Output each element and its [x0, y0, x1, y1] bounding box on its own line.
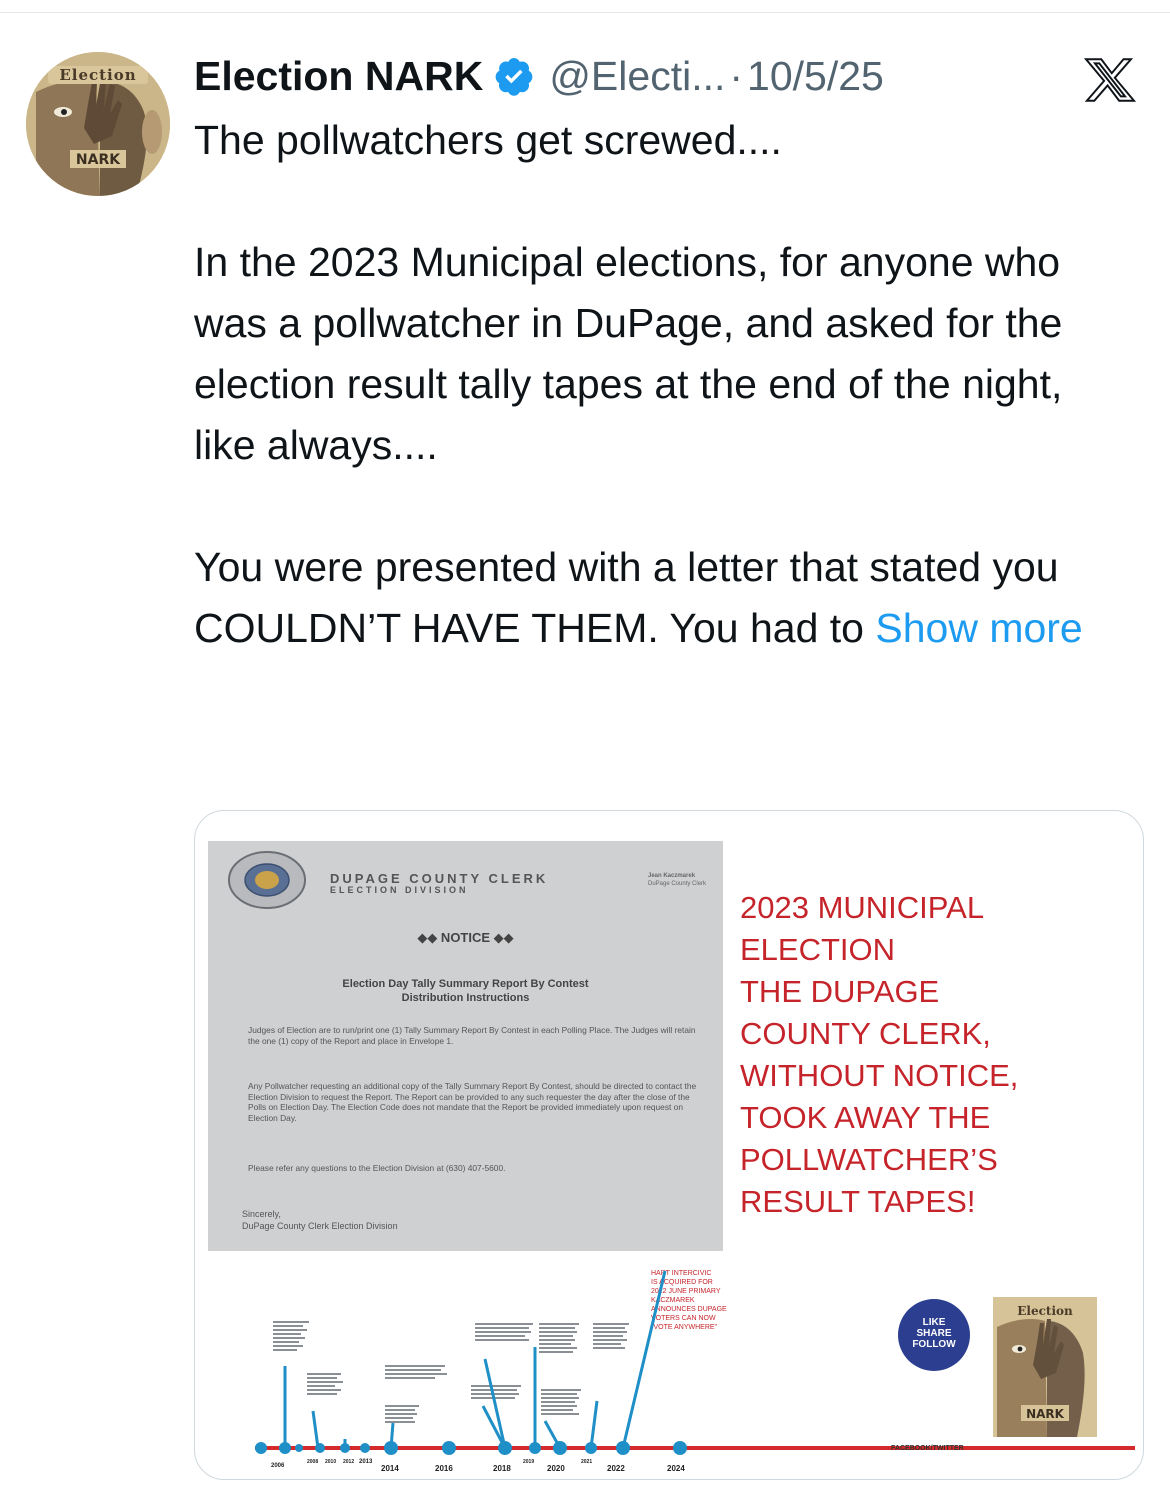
- letter-closing-1: Sincerely,: [242, 1209, 281, 1219]
- letter-title: Election Day Tally Summary Report By Con…: [208, 977, 723, 1005]
- tweet-media-image[interactable]: DUPAGE COUNTY CLERK ELECTION DIVISION Je…: [194, 810, 1144, 1480]
- year-label: 2024: [667, 1464, 685, 1473]
- avatar-label-top: Election: [59, 66, 136, 84]
- letter-closing-2: DuPage County Clerk Election Division: [242, 1221, 398, 1231]
- year-label: 2006: [271, 1463, 285, 1469]
- year-label: 2019: [523, 1459, 534, 1465]
- tweet-paragraph-2-text: In the 2023 Municipal elections, for any…: [194, 239, 1063, 468]
- year-label: 2018: [493, 1464, 511, 1473]
- letter-paragraph-3: Please refer any questions to the Electi…: [248, 1163, 506, 1173]
- year-label: 2012: [343, 1459, 354, 1465]
- social-badge-wrap: LIKE SHARE FOLLOW: [898, 1299, 970, 1371]
- year-label: 2013: [359, 1459, 373, 1465]
- letter-signer: Jean Kaczmarek DuPage County Clerk: [648, 872, 706, 888]
- tweet-date[interactable]: 10/5/25: [747, 53, 884, 100]
- avatar[interactable]: Election NARK: [26, 52, 170, 196]
- signer-name: Jean Kaczmarek: [648, 873, 696, 879]
- red-note-line: VOTERS CAN NOW: [651, 1315, 716, 1322]
- year-label: 2016: [435, 1464, 453, 1473]
- year-label: 2022: [607, 1464, 625, 1473]
- county-seal-icon: [228, 851, 306, 909]
- author-handle[interactable]: @Electi...: [549, 53, 725, 100]
- letter-title-line1: Election Day Tally Summary Report By Con…: [342, 978, 589, 990]
- image-headline: 2023 MUNICIPAL ELECTION THE DUPAGE COUNT…: [740, 887, 1140, 1223]
- letter-division: ELECTION DIVISION: [330, 885, 469, 895]
- year-label: 2014: [381, 1464, 399, 1473]
- letter-notice: ◆◆ NOTICE ◆◆: [417, 930, 514, 945]
- red-note-line: ANNOUNCES DUPAGE: [651, 1306, 727, 1313]
- timeline-years: 2006 2008 2010 2012 2013 2014 2016 2018 …: [271, 1459, 685, 1473]
- year-label: 2010: [325, 1459, 336, 1465]
- headline-line: THE DUPAGE: [740, 974, 940, 1009]
- headline-line: WITHOUT NOTICE,: [740, 1058, 1019, 1093]
- year-label: 2020: [547, 1464, 565, 1473]
- avatar-label-bottom: NARK: [76, 152, 121, 168]
- timeline-connectors: [283, 1270, 667, 1449]
- headline-line: TOOK AWAY THE: [740, 1100, 991, 1135]
- election-nark-logo: Election NARK: [993, 1297, 1097, 1437]
- letter-closing: Sincerely, DuPage County Clerk Election …: [242, 1208, 398, 1232]
- social-badge: LIKE SHARE FOLLOW: [898, 1299, 970, 1371]
- headline-line: RESULT TAPES!: [740, 1184, 976, 1219]
- red-note-line: "VOTE ANYWHERE": [651, 1324, 718, 1331]
- social-line: SHARE: [916, 1328, 952, 1339]
- timeline-notes: [273, 1321, 629, 1423]
- headline-line: POLLWATCHER’S: [740, 1142, 998, 1177]
- tweet-paragraph-2: In the 2023 Municipal elections, for any…: [194, 232, 1094, 476]
- year-label: 2008: [307, 1459, 318, 1465]
- social-line: FOLLOW: [912, 1339, 956, 1350]
- year-label: 2021: [581, 1459, 592, 1465]
- mini-logo-bottom: NARK: [1026, 1407, 1065, 1421]
- social-line: LIKE: [922, 1317, 946, 1328]
- headline-line: ELECTION: [740, 932, 896, 967]
- avatar-image: Election NARK: [26, 52, 170, 196]
- headline-line: COUNTY CLERK,: [740, 1016, 991, 1051]
- letter-office: DUPAGE COUNTY CLERK: [330, 871, 549, 886]
- headline-line: 2023 MUNICIPAL: [740, 890, 985, 925]
- tweet-paragraph-1: The pollwatchers get screwed....: [194, 117, 782, 163]
- letter-paragraph-1: Judges of Election are to run/print one …: [248, 1025, 696, 1046]
- author-name[interactable]: Election NARK: [194, 53, 483, 100]
- verified-badge-icon: [495, 57, 533, 96]
- top-divider: [0, 12, 1170, 13]
- red-note-line: HART INTERCIVIC: [651, 1270, 711, 1277]
- x-logo-icon[interactable]: [1082, 56, 1138, 104]
- separator-dot: ·: [729, 52, 744, 99]
- tweet-paragraph-3: You were presented with a letter that st…: [194, 537, 1154, 659]
- social-caption: FACEBOOK/TWITTER: [891, 1445, 964, 1452]
- signer-title: DuPage County Clerk: [648, 881, 707, 887]
- tweet-header: Election NARK @Electi... · 10/5/25: [194, 46, 884, 106]
- letter-title-line2: Distribution Instructions: [401, 992, 530, 1004]
- tweet-text: The pollwatchers get screwed.... In the …: [194, 110, 1154, 659]
- mini-logo-top: Election: [1017, 1304, 1073, 1318]
- notice-letter: DUPAGE COUNTY CLERK ELECTION DIVISION Je…: [208, 841, 723, 1251]
- letter-paragraph-2: Any Pollwatcher requesting an additional…: [248, 1081, 697, 1123]
- show-more-link[interactable]: Show more: [875, 605, 1082, 651]
